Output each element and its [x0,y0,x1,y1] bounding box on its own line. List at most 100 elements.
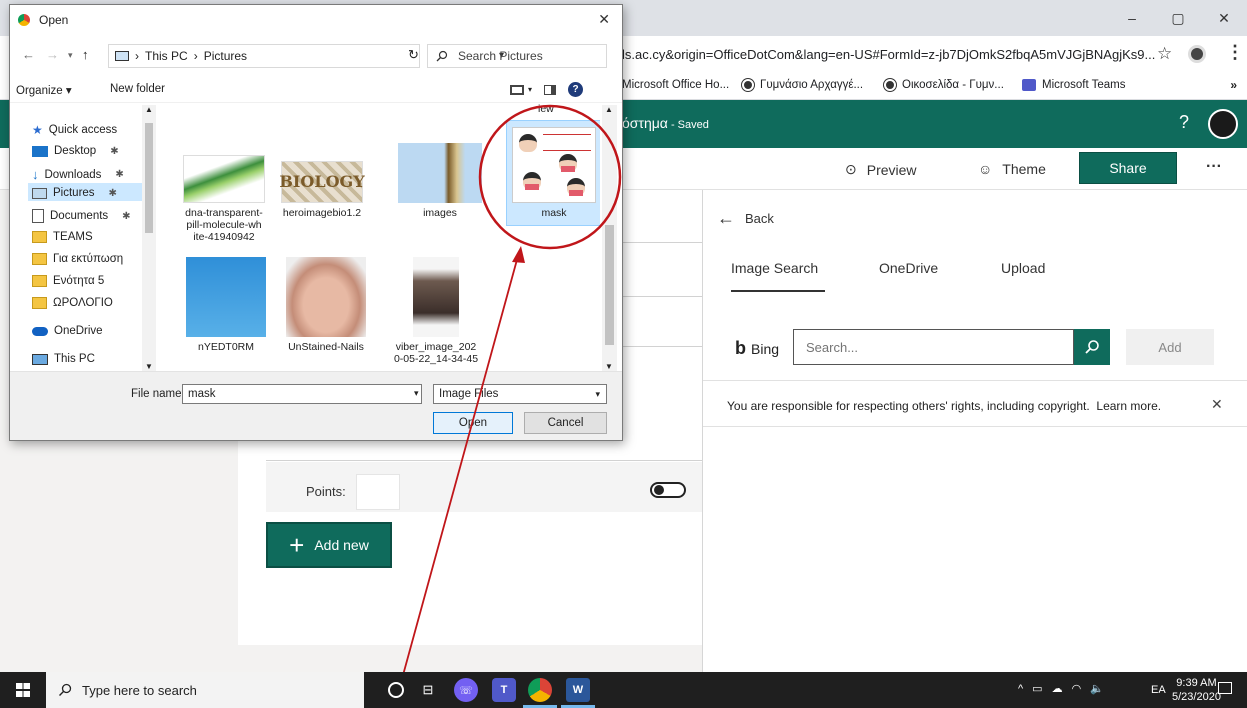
nav-teams-folder[interactable]: TEAMS [32,231,93,243]
notification-icon[interactable] [1218,682,1232,694]
tab-image-search[interactable]: Image Search [731,260,818,276]
dialog-close-button[interactable]: ✕ [598,11,610,28]
back-button[interactable]: ← Back [717,208,774,229]
change-view-icon[interactable] [510,84,524,95]
file-name-input[interactable] [182,384,422,404]
input-language[interactable]: EA [1151,684,1166,696]
bookmark-gymnasio[interactable]: Γυμνάσιο Αρχαγγέ... [742,79,863,91]
tab-onedrive[interactable]: OneDrive [879,260,938,276]
scrollbar-thumb[interactable] [145,123,153,233]
maximize-button[interactable]: ▢ [1155,0,1201,36]
scroll-up-icon[interactable]: ▲ [145,105,153,114]
chevron-up-icon[interactable]: ^ [1018,683,1023,695]
chevron-down-icon[interactable]: ▾ [414,388,419,399]
taskbar-search[interactable]: Type here to search [46,672,364,708]
image-search-box [793,329,1074,365]
new-folder-button[interactable]: New folder [110,83,165,95]
task-view-button[interactable]: ⊟ [416,678,440,702]
scroll-up-icon[interactable]: ▲ [605,105,613,114]
file-item-selected[interactable]: mask [504,127,600,219]
viber-app[interactable]: ☏ [454,678,478,702]
nav-downloads[interactable]: ↓ Downloads ✱ [32,167,124,182]
browser-menu-icon[interactable]: ⋮ [1226,42,1244,63]
points-row: Points: [266,462,702,512]
nav-documents[interactable]: Documents ✱ [32,209,131,223]
chevron-down-icon[interactable]: ▾ [528,85,532,94]
nav-this-pc[interactable]: This PC [32,353,95,365]
bookmark-teams[interactable]: Microsoft Teams [1022,79,1126,91]
chrome-app[interactable] [528,678,552,702]
open-button[interactable]: Open [433,412,513,434]
preview-label: Preview [866,161,917,178]
close-window-button[interactable]: ✕ [1201,0,1247,36]
dialog-search-box[interactable]: Search Pictures [427,44,607,68]
scroll-down-icon[interactable]: ▼ [605,362,613,371]
bookmark-label: Οικοσελίδα - Γυμν... [902,79,1004,91]
dismiss-notice-button[interactable]: ✕ [1211,396,1223,413]
bookmark-office[interactable]: Microsoft Office Ho... [622,79,729,91]
cloud-icon[interactable]: ☁ [1052,682,1063,695]
file-type-select[interactable]: Image Files ▾ [433,384,607,404]
start-button[interactable] [0,672,46,708]
wifi-icon[interactable]: ◠ [1072,682,1082,695]
points-input[interactable] [356,474,400,510]
breadcrumb-this-pc[interactable]: This PC [145,49,188,63]
mask-icon [525,184,539,190]
file-item[interactable]: images [390,143,490,219]
file-item[interactable]: UnStained-Nails [276,257,376,353]
clock[interactable]: 9:39 AM 5/23/2020 [1172,676,1221,704]
file-name-line: dna-transparent- [185,207,263,219]
cancel-button[interactable]: Cancel [524,412,607,434]
file-list-scrollbar[interactable]: ▲ ▼ [602,105,617,371]
file-item[interactable]: viber_image_202 0-05-22_14-34-45 [386,257,486,365]
more-options-button[interactable]: ··· [1206,158,1222,176]
forward-arrow-icon[interactable]: → [46,47,59,62]
address-breadcrumb[interactable]: › This PC › Pictures ▾ [108,44,504,68]
file-item[interactable]: nYEDT0RM [176,257,276,353]
back-arrow-icon[interactable]: ← [22,47,35,62]
nav-desktop[interactable]: Desktop ✱ [32,145,119,157]
bookmarks-overflow-button[interactable]: » [1230,78,1237,92]
scrollbar-thumb[interactable] [605,225,614,345]
nav-quick-access[interactable]: ★ Quick access [32,123,117,137]
word-app[interactable]: W [566,678,590,702]
profile-avatar-icon[interactable] [1188,45,1206,63]
help-icon[interactable]: ? [1179,112,1189,133]
url-text[interactable]: ls.ac.cy&origin=OfficeDotCom&lang=en-US#… [622,47,1155,62]
organize-menu[interactable]: Organize ▾ [16,83,72,97]
teams-app[interactable]: T [492,678,516,702]
nav-onedrive[interactable]: OneDrive [32,325,103,337]
nav-print-folder[interactable]: Για εκτύπωση [32,253,123,265]
breadcrumb-pictures[interactable]: Pictures [204,49,247,63]
minimize-button[interactable]: – [1109,0,1155,36]
file-item[interactable]: dna-transparent- pill-molecule-wh ite-41… [174,155,274,243]
up-arrow-icon[interactable]: ↑ [82,47,89,62]
preview-button[interactable]: ⊙ Preview [845,161,917,178]
add-image-button[interactable]: Add [1126,329,1214,365]
refresh-icon[interactable]: ↻ [408,47,419,63]
file-item[interactable]: BIOLOGY heroimagebio1.2 [272,161,372,219]
nav-scrollbar[interactable]: ▲ ▼ [142,105,156,371]
tab-upload[interactable]: Upload [1001,260,1045,276]
user-avatar[interactable] [1208,109,1238,139]
theme-button[interactable]: ☺ Theme [978,161,1046,177]
help-icon[interactable]: ? [568,82,584,97]
learn-more-link[interactable]: Learn more. [1096,399,1161,413]
nav-pictures[interactable]: Pictures ✱ [32,187,117,199]
preview-pane-icon[interactable] [544,84,557,95]
battery-icon[interactable]: ▭ [1032,682,1042,695]
volume-icon[interactable]: 🔈 [1090,682,1104,695]
file-name-line: UnStained-Nails [288,341,364,353]
required-toggle[interactable] [650,482,686,498]
recent-locations-icon[interactable]: ▾ [68,50,73,61]
image-search-input[interactable] [794,330,1072,364]
nav-timetable-folder[interactable]: ΩΡΟΛΟΓΙΟ [32,297,113,309]
bookmark-star-icon[interactable]: ☆ [1157,44,1172,64]
nav-unit5-folder[interactable]: Ενότητα 5 [32,275,104,287]
cortana-button[interactable] [384,678,408,702]
add-new-button[interactable]: + Add new [266,522,392,568]
bookmark-homepage[interactable]: Οικοσελίδα - Γυμν... [884,79,1004,91]
search-button[interactable] [1074,329,1110,365]
share-button[interactable]: Share [1079,152,1177,184]
scroll-down-icon[interactable]: ▼ [145,362,153,371]
